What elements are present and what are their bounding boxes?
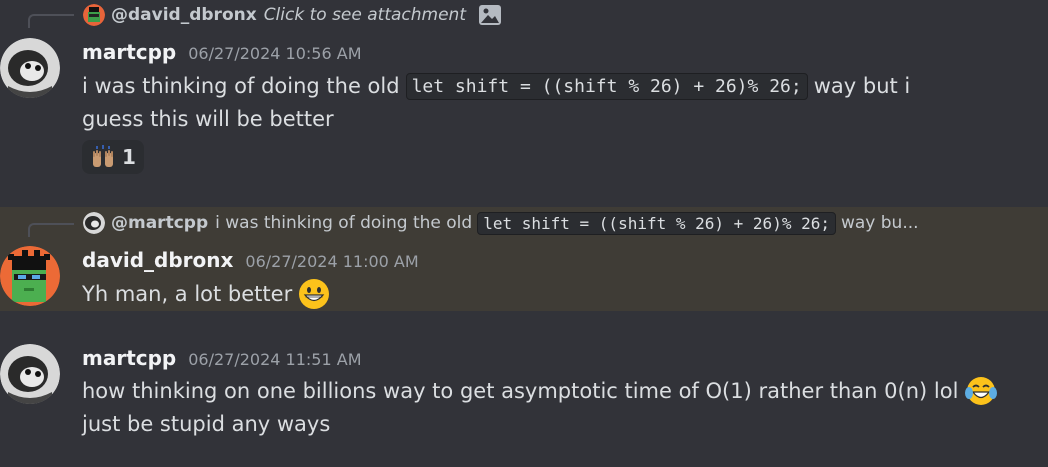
message-text: way but i [813, 74, 911, 98]
reply-avatar [83, 212, 105, 234]
avatar[interactable] [0, 38, 60, 98]
reply-preview[interactable]: @martcpp i was thinking of doing the old… [83, 209, 919, 237]
message-text: Yh man, a lot better [82, 282, 293, 306]
timestamp: 06/27/2024 11:51 AM [188, 350, 362, 369]
reply-spine [28, 14, 74, 28]
reply-author[interactable]: @david_dbronx [111, 5, 257, 25]
avatar[interactable] [0, 344, 60, 404]
reply-content[interactable]: i was thinking of doing the old [215, 213, 472, 233]
message-line: i was thinking of doing the old let shif… [82, 70, 910, 102]
message-text: just be stupid any ways [82, 412, 331, 436]
raising-hands-emoji [90, 145, 116, 169]
username[interactable]: martcpp [82, 346, 176, 370]
username[interactable]: martcpp [82, 40, 176, 64]
message-text: how thinking on one billions way to get … [82, 379, 959, 403]
message-text: guess this will be better [82, 107, 334, 131]
username[interactable]: david_dbronx [82, 248, 233, 272]
grinning-face-emoji [298, 278, 330, 310]
message-line: Yh man, a lot better [82, 277, 330, 311]
reply-content[interactable]: Click to see attachment [264, 5, 466, 25]
reply-content[interactable]: way bu... [841, 213, 919, 233]
message-header: martcpp 06/27/2024 10:56 AM [82, 40, 362, 64]
message-line: guess this will be better [82, 103, 334, 135]
reply-preview[interactable]: @david_dbronx Click to see attachment [83, 1, 502, 29]
reaction-count: 1 [122, 145, 136, 169]
message-header: david_dbronx 06/27/2024 11:00 AM [82, 248, 419, 272]
reply-spine [28, 223, 74, 237]
timestamp: 06/27/2024 10:56 AM [188, 44, 362, 63]
reply-author[interactable]: @martcpp [111, 213, 208, 233]
inline-code: let shift = ((shift % 26) + 26)% 26; [405, 72, 808, 100]
image-icon [478, 4, 502, 26]
inline-code: let shift = ((shift % 26) + 26)% 26; [477, 211, 836, 235]
message-header: martcpp 06/27/2024 11:51 AM [82, 346, 362, 370]
timestamp: 06/27/2024 11:00 AM [245, 252, 419, 271]
reaction-button[interactable]: 1 [82, 140, 144, 174]
message-line: how thinking on one billions way to get … [82, 374, 998, 408]
message-text: i was thinking of doing the old [82, 74, 400, 98]
reply-avatar [83, 4, 105, 26]
avatar[interactable] [0, 246, 60, 306]
message-line: just be stupid any ways [82, 408, 330, 440]
tears-of-joy-emoji [964, 375, 998, 407]
